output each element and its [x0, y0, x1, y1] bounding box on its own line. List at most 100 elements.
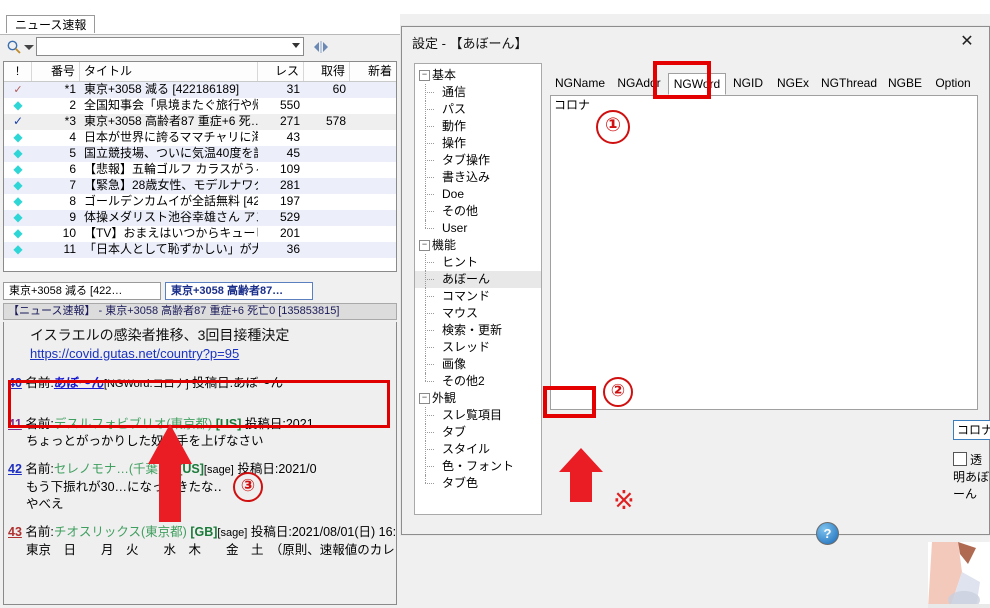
tab-NGEx[interactable]: NGEx: [770, 73, 816, 95]
tree-item-通信[interactable]: 通信: [415, 84, 541, 101]
new-dot-icon: ◆: [13, 194, 23, 208]
tree-item-基本[interactable]: − 基本: [415, 67, 541, 84]
tree-item-その他2[interactable]: その他2: [415, 373, 541, 390]
transparent-abone-checkbox[interactable]: [953, 452, 967, 466]
search-input[interactable]: [36, 37, 304, 56]
thread-tab-0[interactable]: 東京+3058 減る [422…: [3, 282, 161, 300]
post-42-body-2: やべえ: [26, 497, 64, 511]
search-history-chevron-down-icon[interactable]: [292, 43, 300, 48]
post-42-number[interactable]: 42: [8, 462, 22, 476]
row-new: [350, 114, 396, 130]
settings-dialog: 設定 - 【あぼーん】 ✕ − 基本 通信 パス 動作操作 タブ操作 書き込み Doe その他 U…: [401, 26, 990, 545]
thread-list[interactable]: ! 番号 タイトル レス 取得 新着 ✓ *1 東京+3058 減る [422186…: [3, 61, 397, 272]
thread-list-row[interactable]: ◆ 9 体操メダリスト池谷幸雄さん アスリ… 529: [4, 210, 396, 226]
tree-item-書き込み[interactable]: 書き込み: [415, 169, 541, 186]
column-header-get[interactable]: 取得: [304, 62, 350, 81]
ngword-input[interactable]: コロナ: [953, 420, 990, 440]
post-40-name[interactable]: あぼ～ん: [54, 376, 104, 390]
tree-item-外観[interactable]: − 外観: [415, 390, 541, 407]
column-header-res[interactable]: レス: [258, 62, 304, 81]
board-tab-news[interactable]: ニュース速報: [6, 15, 96, 33]
tree-item-label: マウス: [442, 306, 479, 320]
tree-item-label: 動作: [442, 119, 467, 133]
tree-item-label: コマンド: [442, 289, 491, 303]
tree-item-User[interactable]: User: [415, 220, 541, 237]
tree-item-コマンド[interactable]: コマンド: [415, 288, 541, 305]
tree-item-スレ覧項目[interactable]: スレ覧項目: [415, 407, 541, 424]
tree-item-スタイル[interactable]: スタイル: [415, 441, 541, 458]
new-dot-icon: ◆: [13, 146, 23, 160]
post-40-header: 40 名前:あぼ～ん[NGWord:コロナ] 投稿日:あぼ～ん: [8, 375, 394, 393]
help-icon[interactable]: ?: [816, 522, 839, 545]
row-new: [350, 130, 396, 146]
tree-item-その他[interactable]: その他: [415, 203, 541, 220]
thread-list-row[interactable]: ✓ *3 東京+3058 高齢者87 重症+6 死… 271 578: [4, 114, 396, 130]
post-41-date: 2021: [285, 417, 314, 431]
search-icon[interactable]: [6, 39, 22, 55]
thread-list-row[interactable]: ◆ 6 【悲報】五輪ゴルフ カラスがうるさい… 109: [4, 162, 396, 178]
tree-item-タブ操作[interactable]: タブ操作: [415, 152, 541, 169]
tree-item-label: 外観: [432, 391, 457, 405]
close-icon[interactable]: ✕: [945, 27, 989, 56]
thread-list-row[interactable]: ◆ 10 【TV】おまえはいつからキューピー3… 201: [4, 226, 396, 242]
tree-item-動作[interactable]: 動作: [415, 118, 541, 135]
tree-item-あぼーん[interactable]: あぼーん: [415, 271, 541, 288]
tree-item-タブ[interactable]: タブ: [415, 424, 541, 441]
post-43-name[interactable]: チオスリックス(東京都): [54, 525, 187, 539]
tree-item-タブ色[interactable]: タブ色: [415, 475, 541, 492]
tab-NGID[interactable]: NGID: [726, 73, 770, 95]
post-43-name-label: 名前:: [25, 525, 54, 539]
column-header-new[interactable]: 新着: [350, 62, 396, 81]
history-nav-buttons[interactable]: [310, 40, 334, 54]
column-header-title[interactable]: タイトル: [80, 62, 258, 81]
tab-NGThread[interactable]: NGThread: [816, 73, 882, 95]
tree-item-操作[interactable]: 操作: [415, 135, 541, 152]
thread-list-row[interactable]: ◆ 11 「日本人として恥ずかしい」が大好き… 36: [4, 242, 396, 258]
tree-item-検索・更新[interactable]: 検索・更新: [415, 322, 541, 339]
tree-item-ヒント[interactable]: ヒント: [415, 254, 541, 271]
tree-item-マウス[interactable]: マウス: [415, 305, 541, 322]
tree-item-画像[interactable]: 画像: [415, 356, 541, 373]
post-pane[interactable]: イスラエルの感染者推移、3回目接種決定 https://covid.gutas.…: [3, 322, 397, 605]
row-title: 体操メダリスト池谷幸雄さん アスリ…: [84, 210, 258, 224]
tab-NGBE[interactable]: NGBE: [882, 73, 928, 95]
thread-list-row[interactable]: ◆ 2 全国知事会「県境またぐ旅行や帰省… 550: [4, 98, 396, 114]
thread-list-row[interactable]: ✓ *1 東京+3058 減る [422186189] 31 60: [4, 82, 396, 98]
tree-item-label: Doe: [442, 187, 465, 201]
post-40-number[interactable]: 40: [8, 376, 22, 390]
row-number: 5: [69, 146, 76, 160]
column-header-number[interactable]: 番号: [32, 62, 80, 81]
post-43: 43 名前:チオスリックス(東京都) [GB][sage] 投稿日:2021/0…: [4, 516, 396, 562]
tree-item-機能[interactable]: − 機能: [415, 237, 541, 254]
thread-list-row[interactable]: ◆ 5 国立競技場、ついに気温40度を記… 45: [4, 146, 396, 162]
thread-list-row[interactable]: ◆ 4 日本が世界に誇るママチャリに海外… 43: [4, 130, 396, 146]
tree-item-label: スレ覧項目: [442, 408, 503, 422]
tree-item-パス[interactable]: パス: [415, 101, 541, 118]
tree-item-色・フォント[interactable]: 色・フォント: [415, 458, 541, 475]
op-link[interactable]: https://covid.gutas.net/country?p=95: [30, 345, 396, 363]
post-41-name-label: 名前:: [25, 417, 54, 431]
tree-expander-icon[interactable]: −: [419, 70, 430, 82]
tree-expander-icon[interactable]: −: [419, 240, 430, 252]
tree-item-Doe[interactable]: Doe: [415, 186, 541, 203]
tab-NGAddr[interactable]: NGAddr: [610, 73, 668, 95]
row-res: 109: [279, 162, 300, 176]
tree-item-スレッド[interactable]: スレッド: [415, 339, 541, 356]
settings-category-tree[interactable]: − 基本 通信 パス 動作操作 タブ操作 書き込み Doe その他 User − 機能 ヒント あぼーんコ…: [414, 63, 542, 515]
tab-NGName[interactable]: NGName: [550, 73, 610, 95]
search-toolbar: [0, 35, 400, 59]
transparent-abone-checkbox-row[interactable]: 透明あぼーん: [953, 451, 989, 502]
column-header-mark[interactable]: !: [4, 62, 32, 81]
post-43-number[interactable]: 43: [8, 525, 22, 539]
thread-tab-1[interactable]: 東京+3058 高齢者87…: [165, 282, 313, 300]
tree-expander-icon[interactable]: −: [419, 393, 430, 405]
post-41-number[interactable]: 41: [8, 417, 22, 431]
thread-list-row[interactable]: ◆ 7 【緊急】28歳女性、モデルナワクチン… 281: [4, 178, 396, 194]
tab-Option[interactable]: Option: [928, 73, 978, 95]
dialog-title-bar[interactable]: 設定 - 【あぼーん】 ✕: [402, 27, 989, 57]
post-41-date-label: 投稿日:: [244, 417, 286, 431]
tab-NGWord[interactable]: NGWord: [668, 73, 726, 95]
search-mode-dropdown-icon[interactable]: [24, 45, 34, 50]
thread-list-row[interactable]: ◆ 8 ゴールデンカムイが全話無料 [422… 197: [4, 194, 396, 210]
window-top-edge: [0, 0, 990, 14]
